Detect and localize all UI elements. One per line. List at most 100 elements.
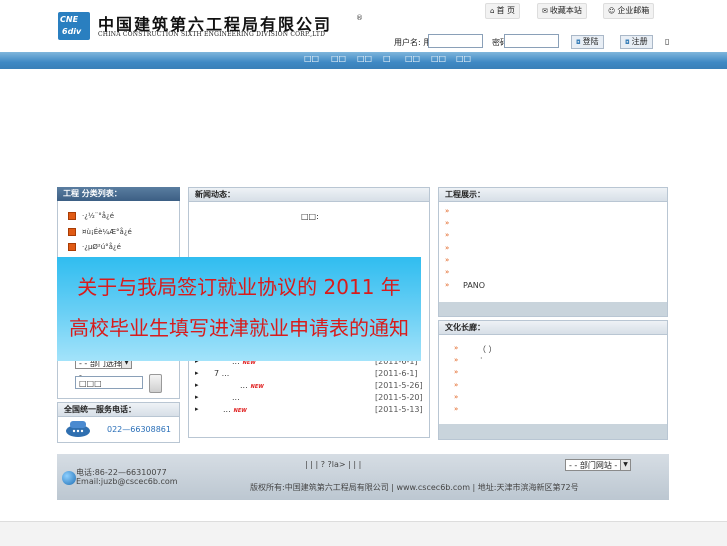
bookmark-link-label: 收藏本站 <box>549 6 582 15</box>
culture-footer <box>439 424 667 439</box>
arrow-icon: » <box>454 344 459 352</box>
news-item-date: [2011-5-26] <box>375 381 423 390</box>
globe-icon <box>62 471 76 485</box>
arrow-icon: » <box>445 268 450 276</box>
news-item-title[interactable]: ... NEW <box>223 405 247 414</box>
home-link[interactable]: ⌂ 首 页 <box>485 3 520 19</box>
footer-links[interactable]: | | | ? ?la> | | | <box>305 460 361 469</box>
enterprise-mail-link[interactable]: ☺ 企业邮箱 <box>603 3 655 19</box>
nav-item-1[interactable]: □□ <box>304 54 319 63</box>
bottom-strip <box>0 521 727 546</box>
logo-mark: ® <box>356 14 363 22</box>
nav-item-5[interactable]: □□ <box>405 54 420 63</box>
triangle-icon: ▸ <box>195 405 199 413</box>
new-badge: NEW <box>250 384 264 390</box>
category-label: ·¿½¨°å¿é <box>82 212 115 220</box>
enterprise-mail-label: 企业邮箱 <box>617 6 650 15</box>
news-title-text: ... <box>223 405 231 414</box>
culture-title: 文化长廊： <box>439 321 667 335</box>
arrow-icon: » <box>445 219 450 227</box>
culture-panel <box>438 320 668 440</box>
main-nav: □□ □□ □□ □ □□ □□ □□ <box>0 52 727 69</box>
register-button-label: 注册 <box>631 37 648 46</box>
bullet-icon <box>68 212 76 220</box>
arrow-icon: » <box>445 256 450 264</box>
projects-title: 工程展示： <box>439 188 667 202</box>
arrow-icon: » <box>454 405 459 413</box>
news-item-date: [2011-5-20] <box>375 393 423 402</box>
banner-line-1: 关于与我局签订就业协议的 2011 年 <box>77 275 401 299</box>
logo-text-right: 6div <box>62 27 82 36</box>
password-input[interactable] <box>504 34 559 48</box>
search-input[interactable]: □□□ <box>75 376 143 389</box>
banner-line-2: 高校毕业生填写进津就业申请表的通知 <box>69 316 409 340</box>
arrow-icon: » <box>454 368 459 376</box>
bookmark-link[interactable]: ✉ 收藏本站 <box>537 3 587 19</box>
department-site-select[interactable]: - - 部门网站 - - ▼ <box>565 459 631 471</box>
news-title: 新闻动态： <box>189 188 429 202</box>
home-icon: ⌂ <box>490 7 495 15</box>
nav-item-6[interactable]: □□ <box>431 54 446 63</box>
bullet-icon <box>68 243 76 251</box>
news-title-text: 7 ... <box>214 369 230 378</box>
login-button[interactable]: ◘ 登陆 <box>571 35 604 49</box>
search-button[interactable] <box>149 374 162 393</box>
service-title: 全国统一服务电话： <box>58 403 179 417</box>
chevron-down-icon: ▼ <box>620 460 630 470</box>
nav-item-3[interactable]: □□ <box>357 54 372 63</box>
service-phone: 022—66308861 <box>107 425 171 434</box>
phone-icon <box>64 418 92 438</box>
culture-item[interactable]: · <box>480 354 483 363</box>
triangle-icon: ▸ <box>195 393 199 401</box>
news-item-date: [2011-5-13] <box>375 405 423 414</box>
arrow-icon: » <box>454 381 459 389</box>
user-icon: ☺ <box>608 7 616 15</box>
login-icon: ◘ <box>576 39 583 46</box>
department-site-value: - - 部门网站 - - <box>569 461 623 470</box>
nav-item-4[interactable]: □ <box>383 54 391 63</box>
home-link-label: 首 页 <box>496 6 515 15</box>
company-name-en: CHINA CONSTRUCTION SIXTH ENGINEERING DIV… <box>98 31 326 38</box>
news-title-text: ... <box>240 381 248 390</box>
register-button[interactable]: ◘ 注册 <box>620 35 653 49</box>
arrow-icon: » <box>445 244 450 252</box>
footer: 电话:86-22—66310077 Email:juzb@cscec6b.com… <box>57 454 669 500</box>
nav-item-7[interactable]: □□ <box>456 54 471 63</box>
category-item[interactable]: ¤ù¡Éè¼Æ°å¿é <box>68 228 132 236</box>
logo-emblem: CNE 6div <box>58 12 90 40</box>
projects-footer <box>439 302 667 316</box>
nav-item-2[interactable]: □□ <box>331 54 346 63</box>
projects-panel <box>438 187 668 317</box>
arrow-icon: » <box>454 356 459 364</box>
category-item[interactable]: ·¿µØ²ú°å¿é <box>68 243 121 251</box>
news-top-text: □□: <box>301 212 319 221</box>
news-item-date: [2011-6-1] <box>375 369 418 378</box>
category-item[interactable]: ·¿½¨°å¿é <box>68 212 114 220</box>
footer-email[interactable]: Email:juzb@cscec6b.com <box>76 477 178 486</box>
news-item-title[interactable]: 7 ... <box>214 369 229 378</box>
username-input[interactable] <box>428 34 483 48</box>
logo[interactable]: CNE 6div 中国建筑第六工程局有限公司 CHINA CONSTRUCTIO… <box>58 11 358 41</box>
mail-icon: ✉ <box>542 7 548 15</box>
logo-text-left: CNE <box>60 15 79 24</box>
arrow-icon: » <box>445 207 450 215</box>
footer-copyright: 版权所有:中国建筑第六工程局有限公司 | www.cscec6b.com | 地… <box>250 483 579 492</box>
triangle-icon: ▸ <box>195 381 199 389</box>
category-label: ·¿µØ²ú°å¿é <box>82 243 121 251</box>
arrow-icon: » <box>445 231 450 239</box>
category-label: ¤ù¡Éè¼Æ°å¿é <box>82 228 132 236</box>
login-button-label: 登陆 <box>582 37 599 46</box>
project-item[interactable]: PANO <box>463 281 485 290</box>
bullet-icon <box>68 228 76 236</box>
arrow-icon: » <box>454 393 459 401</box>
categories-title: 工程 分类列表： <box>57 187 180 201</box>
news-item-title[interactable]: ... <box>232 393 240 402</box>
news-item-title[interactable]: ... NEW <box>240 381 264 390</box>
new-badge: NEW <box>233 408 247 414</box>
news-title-text: ... <box>232 393 240 402</box>
login-trail: ▯ <box>665 37 670 46</box>
triangle-icon: ▸ <box>195 369 199 377</box>
arrow-icon: » <box>445 281 450 289</box>
register-icon: ◘ <box>625 39 632 46</box>
notice-banner[interactable]: 关于与我局签订就业协议的 2011 年 高校毕业生填写进津就业申请表的通知 <box>57 257 421 361</box>
